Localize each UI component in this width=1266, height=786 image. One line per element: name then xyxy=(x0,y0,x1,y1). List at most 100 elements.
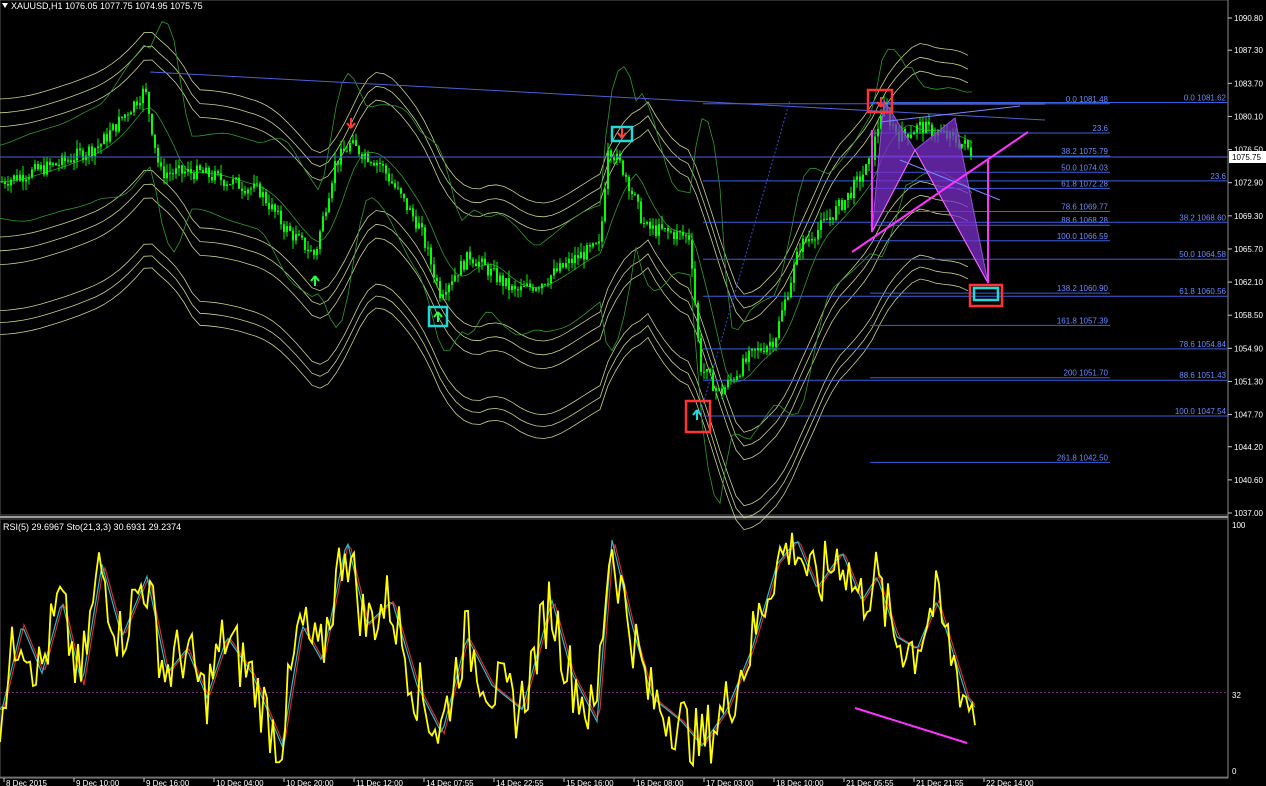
candle-body xyxy=(334,160,336,184)
candle-body xyxy=(163,166,165,179)
candle-body xyxy=(802,238,804,253)
candle-body xyxy=(676,231,678,240)
candle-body xyxy=(595,243,597,245)
fib-level-label: 88.6 1068.28 xyxy=(1061,216,1108,225)
candle-body xyxy=(400,188,402,194)
candle-body xyxy=(625,174,627,177)
candle-body xyxy=(178,165,180,169)
candle-body xyxy=(331,183,333,199)
candle-body xyxy=(661,224,663,229)
candle-body xyxy=(253,183,255,189)
candle-body xyxy=(343,148,345,152)
candle-body xyxy=(223,180,225,187)
candle-body xyxy=(121,116,123,119)
candle-body xyxy=(67,160,69,162)
time-axis-label: 8 Dec 2015 xyxy=(6,779,47,786)
candle-body xyxy=(811,238,813,241)
candle-body xyxy=(559,263,561,272)
candle-body xyxy=(637,194,639,202)
candle-body xyxy=(712,372,714,391)
time-axis-label: 11 Dec 12:00 xyxy=(356,779,404,786)
candle-body xyxy=(799,251,801,253)
candle-body xyxy=(220,173,222,181)
candle-body xyxy=(823,218,825,221)
time-axis-label: 14 Dec 22:55 xyxy=(496,779,544,786)
candle-body xyxy=(670,231,672,233)
candle-body xyxy=(337,160,339,165)
candle-body xyxy=(166,172,168,179)
candle-body xyxy=(226,184,228,187)
candle-body xyxy=(388,173,390,182)
candle-body xyxy=(793,264,795,283)
current-price-label: 1075.75 xyxy=(1232,153,1261,162)
candle-body xyxy=(808,238,810,242)
candle-body xyxy=(847,192,849,201)
candle-body xyxy=(205,167,207,174)
candle-body xyxy=(523,286,525,288)
candle-body xyxy=(568,258,570,264)
candle-body xyxy=(925,121,927,134)
time-axis-label: 21 Dec 05:55 xyxy=(846,779,894,786)
candle-body xyxy=(19,174,21,181)
indicator-scale-100: 100 xyxy=(1232,521,1246,530)
candle-body xyxy=(277,210,279,212)
indicator-panel[interactable] xyxy=(0,518,1229,778)
time-axis-label: 16 Dec 08:00 xyxy=(636,779,684,786)
trading-chart[interactable]: 0.0 1081.48 0.0 1081.6223.638.2 1075.7950… xyxy=(0,0,1266,786)
candle-body xyxy=(442,294,444,299)
candle-body xyxy=(421,223,423,228)
candle-body xyxy=(100,144,102,147)
candle-body xyxy=(82,150,84,160)
candle-body xyxy=(346,151,348,153)
price-axis-label: 1062.10 xyxy=(1234,278,1263,287)
time-axis-label: 9 Dec 16:00 xyxy=(146,779,190,786)
candle-body xyxy=(505,278,507,287)
candle-body xyxy=(667,228,669,232)
candle-body xyxy=(565,263,567,268)
main-chart-panel[interactable] xyxy=(0,0,1229,516)
candle-body xyxy=(853,179,855,199)
fib-level-label: 38.2 1068.60 xyxy=(1179,213,1226,222)
candle-body xyxy=(967,140,969,148)
candle-body xyxy=(436,277,438,282)
candle-body xyxy=(85,155,87,160)
candle-body xyxy=(538,288,540,290)
price-axis-label: 1087.30 xyxy=(1234,46,1263,55)
candle-body xyxy=(463,260,465,270)
candle-body xyxy=(184,171,186,174)
candle-body xyxy=(280,210,282,225)
candle-body xyxy=(601,221,603,242)
candle-body xyxy=(88,146,90,156)
candle-body xyxy=(256,183,258,185)
candle-body xyxy=(745,358,747,362)
price-axis-label: 1037.00 xyxy=(1234,509,1263,518)
candle-body xyxy=(913,132,915,135)
time-axis-label: 9 Dec 10:00 xyxy=(76,779,120,786)
price-axis-label: 1040.60 xyxy=(1234,476,1263,485)
candle-body xyxy=(814,239,816,241)
candle-body xyxy=(916,125,918,133)
candle-body xyxy=(25,179,27,182)
candle-body xyxy=(391,181,393,184)
candle-body xyxy=(730,379,732,381)
candle-body xyxy=(499,275,501,283)
candle-body xyxy=(79,148,81,151)
fib-level-label: 88.6 1051.43 xyxy=(1179,371,1226,380)
candle-body xyxy=(322,216,324,232)
candle-body xyxy=(769,341,771,347)
fib-level-label: 0.0 1081.62 xyxy=(1184,93,1227,102)
candle-body xyxy=(70,160,72,163)
candle-body xyxy=(604,188,606,222)
candle-body xyxy=(613,157,615,161)
price-axis-label: 1051.30 xyxy=(1234,377,1263,386)
candle-body xyxy=(520,286,522,291)
candle-body xyxy=(760,348,762,351)
fib-level-label: 50.0 1064.58 xyxy=(1179,250,1226,259)
candle-body xyxy=(484,258,486,266)
candle-body xyxy=(472,259,474,264)
candle-body xyxy=(970,147,972,158)
candle-body xyxy=(112,124,114,131)
candle-body xyxy=(460,260,462,276)
candle-body xyxy=(385,165,387,174)
candle-body xyxy=(10,179,12,186)
